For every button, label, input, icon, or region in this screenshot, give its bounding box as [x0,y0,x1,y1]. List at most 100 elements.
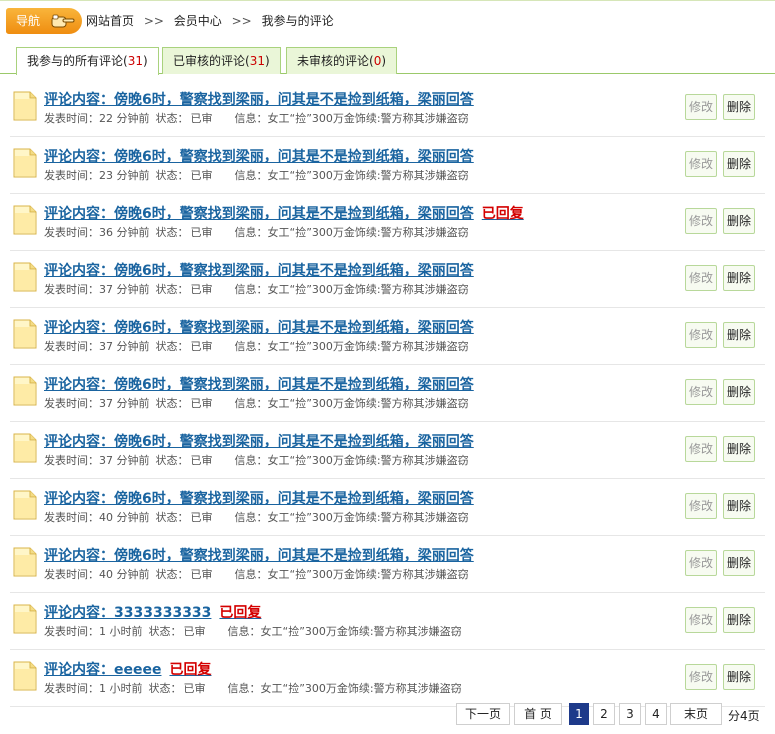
comment-time: 36 分钟前 [99,226,150,239]
comment-info[interactable]: 女工“捡”300万金饰续:警方称其涉嫌盗窃 [261,625,462,638]
comment-info[interactable]: 女工“捡”300万金饰续:警方称其涉嫌盗窃 [268,397,469,410]
delete-button[interactable]: 删除 [723,379,755,405]
edit-button[interactable]: 修改 [685,265,717,291]
info-label: 信息： [234,169,268,182]
comment-list: 评论内容：傍晚6时，警察找到梁丽，问其是不是捡到纸箱，梁丽回答 发表时间：22 分… [10,80,765,707]
nav-button[interactable]: 导航 [6,8,82,34]
comment-title: 评论内容：傍晚6时，警察找到梁丽，问其是不是捡到纸箱，梁丽回答 [44,149,474,165]
edit-button[interactable]: 修改 [685,607,717,633]
edit-button[interactable]: 修改 [685,151,717,177]
status-label: 状态： [155,283,189,296]
comment-title: 评论内容：傍晚6时，警察找到梁丽，问其是不是捡到纸箱，梁丽回答 [44,320,474,336]
comment-title-link[interactable]: 评论内容：傍晚6时，警察找到梁丽，问其是不是捡到纸箱，梁丽回答 已回复 [44,203,524,223]
document-icon [13,262,37,292]
page-number[interactable]: 3 [619,703,641,725]
last-page-button[interactable]: 末页 [670,703,722,725]
page-number[interactable]: 2 [593,703,615,725]
first-page-button[interactable]: 首 页 [514,703,562,725]
comment-status: 已审 [190,511,213,524]
comment-title-link[interactable]: 评论内容：3333333333 已回复 [44,602,261,622]
edit-button[interactable]: 修改 [685,379,717,405]
page-number-current[interactable]: 1 [569,703,589,725]
comment-title-link[interactable]: 评论内容：傍晚6时，警察找到梁丽，问其是不是捡到纸箱，梁丽回答 [44,317,474,337]
tab-pending-comments[interactable]: 未审核的评论(0) [286,47,398,74]
comment-title-link[interactable]: 评论内容：eeeee 已回复 [44,659,211,679]
comment-info[interactable]: 女工“捡”300万金饰续:警方称其涉嫌盗窃 [261,682,462,695]
document-icon [13,604,37,634]
comment-title: 评论内容：傍晚6时，警察找到梁丽，问其是不是捡到纸箱，梁丽回答 [44,548,474,564]
tab-label: 我参与的所有评论 [27,54,124,68]
comment-row: 评论内容：3333333333 已回复 发表时间：1 小时前 状态： 已审 信息：女工“捡… [10,593,765,650]
comment-info[interactable]: 女工“捡”300万金饰续:警方称其涉嫌盗窃 [268,226,469,239]
comment-info[interactable]: 女工“捡”300万金饰续:警方称其涉嫌盗窃 [268,340,469,353]
page-number[interactable]: 4 [645,703,667,725]
status-label: 状态： [148,682,182,695]
breadcrumb-home[interactable]: 网站首页 [86,14,134,28]
comment-info[interactable]: 女工“捡”300万金饰续:警方称其涉嫌盗窃 [268,112,469,125]
delete-button[interactable]: 删除 [723,322,755,348]
edit-button[interactable]: 修改 [685,664,717,690]
delete-button[interactable]: 删除 [723,493,755,519]
comment-meta: 发表时间：1 小时前 状态： 已审 信息：女工“捡”300万金饰续:警方称其涉嫌盗窃 [44,680,468,696]
status-label: 状态： [155,169,189,182]
time-label: 发表时间： [44,682,99,695]
comment-info[interactable]: 女工“捡”300万金饰续:警方称其涉嫌盗窃 [268,454,469,467]
comment-row: 评论内容：傍晚6时，警察找到梁丽，问其是不是捡到纸箱，梁丽回答 发表时间：37 分… [10,422,765,479]
comment-row: 评论内容：傍晚6时，警察找到梁丽，问其是不是捡到纸箱，梁丽回答 发表时间：37 分… [10,365,765,422]
tab-count: 31 [127,54,143,68]
comment-title: 评论内容：eeeee [44,662,162,678]
comment-title-link[interactable]: 评论内容：傍晚6时，警察找到梁丽，问其是不是捡到纸箱，梁丽回答 [44,146,474,166]
delete-button[interactable]: 删除 [723,94,755,120]
comment-time: 37 分钟前 [99,397,150,410]
comment-status: 已审 [190,169,213,182]
comment-time: 37 分钟前 [99,454,150,467]
comment-title-link[interactable]: 评论内容：傍晚6时，警察找到梁丽，问其是不是捡到纸箱，梁丽回答 [44,374,474,394]
comment-title: 评论内容：傍晚6时，警察找到梁丽，问其是不是捡到纸箱，梁丽回答 [44,491,474,507]
document-icon [13,376,37,406]
edit-button[interactable]: 修改 [685,436,717,462]
time-label: 发表时间： [44,226,99,239]
breadcrumb-member-center[interactable]: 会员中心 [174,14,222,28]
comment-title-link[interactable]: 评论内容：傍晚6时，警察找到梁丽，问其是不是捡到纸箱，梁丽回答 [44,89,474,109]
comment-title-link[interactable]: 评论内容：傍晚6时，警察找到梁丽，问其是不是捡到纸箱，梁丽回答 [44,488,474,508]
edit-button[interactable]: 修改 [685,208,717,234]
comment-row: 评论内容：傍晚6时，警察找到梁丽，问其是不是捡到纸箱，梁丽回答 已回复发表时间：3… [10,194,765,251]
page-total: 分4页 [728,709,760,723]
delete-button[interactable]: 删除 [723,664,755,690]
delete-button[interactable]: 删除 [723,550,755,576]
tab-count: 0 [373,54,382,68]
status-label: 状态： [155,454,189,467]
document-icon [13,91,37,121]
tab-approved-comments[interactable]: 已审核的评论(31) [162,47,281,74]
comment-title-link[interactable]: 评论内容：傍晚6时，警察找到梁丽，问其是不是捡到纸箱，梁丽回答 [44,431,474,451]
edit-button[interactable]: 修改 [685,550,717,576]
time-label: 发表时间： [44,112,99,125]
edit-button[interactable]: 修改 [685,322,717,348]
comment-info[interactable]: 女工“捡”300万金饰续:警方称其涉嫌盗窃 [268,511,469,524]
status-label: 状态： [155,397,189,410]
info-label: 信息： [227,682,261,695]
comment-title-link[interactable]: 评论内容：傍晚6时，警察找到梁丽，问其是不是捡到纸箱，梁丽回答 [44,260,474,280]
delete-button[interactable]: 删除 [723,607,755,633]
comment-row: 评论内容：傍晚6时，警察找到梁丽，问其是不是捡到纸箱，梁丽回答 发表时间：23 分… [10,137,765,194]
edit-button[interactable]: 修改 [685,94,717,120]
edit-button[interactable]: 修改 [685,493,717,519]
next-page-button[interactable]: 下一页 [456,703,510,725]
delete-button[interactable]: 删除 [723,151,755,177]
breadcrumb-separator: >> [143,14,164,28]
comment-info[interactable]: 女工“捡”300万金饰续:警方称其涉嫌盗窃 [268,169,469,182]
info-label: 信息： [234,568,268,581]
comment-title: 评论内容：傍晚6时，警察找到梁丽，问其是不是捡到纸箱，梁丽回答 [44,434,474,450]
delete-button[interactable]: 删除 [723,265,755,291]
comment-meta: 发表时间：37 分钟前 状态： 已审 信息：女工“捡”300万金饰续:警方称其涉嫌盗窃 [44,281,475,297]
comment-info[interactable]: 女工“捡”300万金饰续:警方称其涉嫌盗窃 [268,568,469,581]
tab-all-comments[interactable]: 我参与的所有评论(31) [16,47,159,75]
pointing-hand-icon [51,14,75,28]
comment-title-link[interactable]: 评论内容：傍晚6时，警察找到梁丽，问其是不是捡到纸箱，梁丽回答 [44,545,474,565]
delete-button[interactable]: 删除 [723,436,755,462]
comment-status: 已审 [190,568,213,581]
comment-info[interactable]: 女工“捡”300万金饰续:警方称其涉嫌盗窃 [268,283,469,296]
delete-button[interactable]: 删除 [723,208,755,234]
comment-time: 40 分钟前 [99,568,150,581]
info-label: 信息： [234,340,268,353]
